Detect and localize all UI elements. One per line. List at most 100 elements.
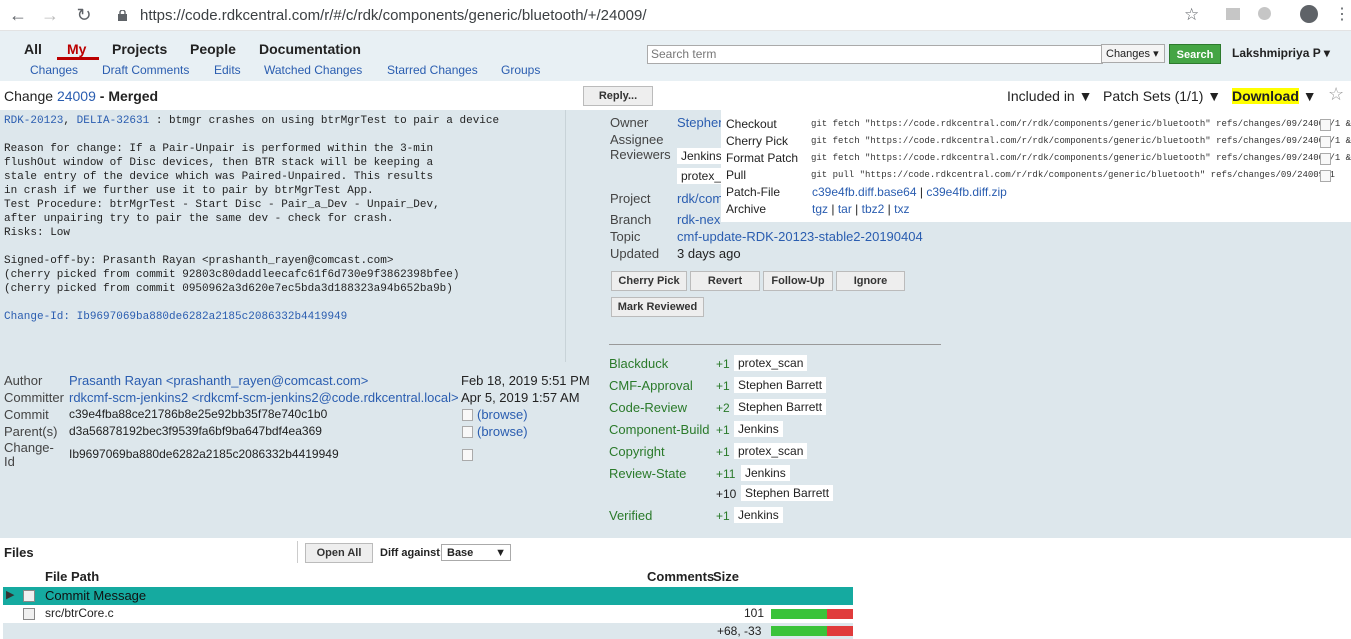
ignore-button[interactable]: Ignore	[836, 271, 905, 291]
voter-chip[interactable]: protex_scan	[734, 443, 808, 459]
archive-tar-link[interactable]: tar	[838, 202, 852, 216]
commit-subject: : btmgr crashes on using btrMgrTest to p…	[149, 115, 500, 127]
reload-icon[interactable]: ↻	[74, 5, 94, 25]
user-name: Lakshmipriya P	[1232, 46, 1321, 60]
copy-commit-icon[interactable]	[462, 409, 473, 421]
patch-sets-dropdown[interactable]: Patch Sets (1/1) ▼	[1103, 88, 1221, 104]
subnav-watched-changes[interactable]: Watched Changes	[264, 63, 362, 77]
forward-icon[interactable]: →	[40, 5, 60, 25]
included-in-dropdown[interactable]: Included in ▼	[1007, 88, 1092, 104]
change-number-link[interactable]: 24009	[57, 88, 96, 104]
download-checkout-cmd[interactable]: git fetch "https://code.rdkcentral.com/r…	[811, 119, 1351, 129]
jira-link-rdk[interactable]: RDK-20123	[4, 115, 63, 127]
parent-sha: d3a56878192bec3f9539fa6bf9ba647bdf4ea369	[69, 424, 322, 438]
changeid-value: Ib9697069ba880de6282a2185c2086332b441994…	[69, 447, 339, 461]
reply-button[interactable]: Reply...	[583, 86, 653, 106]
total-delta: +68, -33	[717, 624, 762, 638]
voter-chip[interactable]: Stephen Barrett	[734, 399, 827, 415]
nav-all[interactable]: All	[24, 41, 42, 57]
branch-link[interactable]: rdk-nex	[677, 212, 720, 227]
copy-formatpatch-icon[interactable]	[1320, 153, 1331, 165]
search-button[interactable]: Search	[1169, 44, 1221, 64]
copy-cherrypick-icon[interactable]	[1320, 136, 1331, 148]
reviewed-checkbox[interactable]	[23, 608, 35, 620]
committer-link[interactable]: rdkcmf-scm-jenkins2 <rdkcmf-scm-jenkins2…	[69, 390, 459, 405]
subnav-groups[interactable]: Groups	[501, 63, 540, 77]
copy-parent-icon[interactable]	[462, 426, 473, 438]
address-bar[interactable]: https://code.rdkcentral.com/r/#/c/rdk/co…	[140, 7, 647, 24]
assignee-label: Assignee	[610, 132, 664, 147]
diff-against-select[interactable]: Base ▼	[441, 544, 511, 561]
voter-chip[interactable]: Jenkins	[741, 465, 790, 481]
revert-button[interactable]: Revert	[690, 271, 760, 291]
star-change-icon[interactable]: ☆	[1328, 84, 1344, 105]
copy-pull-icon[interactable]	[1320, 170, 1331, 182]
voter-chip[interactable]: protex_scan	[734, 355, 808, 371]
bookmark-star-icon[interactable]: ☆	[1184, 5, 1199, 25]
subnav-changes[interactable]: Changes	[30, 63, 78, 77]
labels-divider	[609, 344, 941, 345]
voter-chip[interactable]: Stephen Barrett	[741, 485, 834, 501]
extension2-icon[interactable]	[1258, 7, 1271, 20]
user-menu[interactable]: Lakshmipriya P ▾	[1232, 46, 1330, 60]
voter-chip[interactable]: Jenkins	[734, 421, 783, 437]
row-pointer-icon: ▶	[6, 589, 15, 601]
commit-body: Reason for change: If a Pair-Unpair is p…	[4, 143, 460, 295]
topic-link[interactable]: cmf-update-RDK-20123-stable2-20190404	[677, 229, 923, 244]
table-row-selected[interactable]: ▶ Commit Message	[3, 587, 853, 605]
nav-documentation[interactable]: Documentation	[259, 41, 361, 57]
patch-file-base64-link[interactable]: c39e4fb.diff.base64	[812, 185, 917, 199]
archive-tgz-link[interactable]: tgz	[812, 202, 828, 216]
project-link[interactable]: rdk/com	[677, 191, 723, 206]
file-table-header: File Path Comments Size	[3, 567, 853, 586]
file-size: 101	[744, 606, 765, 620]
download-cherrypick-cmd[interactable]: git fetch "https://code.rdkcentral.com/r…	[811, 136, 1351, 146]
download-dropdown[interactable]: Download ▼	[1232, 88, 1317, 104]
file-path[interactable]: src/btrCore.c	[45, 606, 114, 620]
reviewed-checkbox[interactable]	[23, 590, 35, 602]
subnav-draft-comments[interactable]: Draft Comments	[102, 63, 189, 77]
download-pull-cmd[interactable]: git pull "https://code.rdkcentral.com/r/…	[811, 170, 1335, 180]
profile-avatar-icon[interactable]	[1300, 5, 1318, 23]
nav-projects[interactable]: Projects	[112, 41, 167, 57]
voter-chip[interactable]: Stephen Barrett	[734, 377, 827, 393]
mark-reviewed-button[interactable]: Mark Reviewed	[611, 297, 704, 317]
cherry-pick-button[interactable]: Cherry Pick	[611, 271, 687, 291]
copy-checkout-icon[interactable]	[1320, 119, 1331, 131]
author-link[interactable]: Prasanth Rayan <prashanth_rayen@comcast.…	[69, 373, 368, 388]
reviewer-chip[interactable]: protex_	[677, 168, 726, 184]
table-row[interactable]: src/btrCore.c 101	[3, 605, 853, 623]
menu-kebab-icon[interactable]: ⋮	[1334, 4, 1350, 24]
open-all-button[interactable]: Open All	[305, 543, 373, 563]
jira-link-delia[interactable]: DELIA-32631	[77, 115, 150, 127]
archive-tbz2-link[interactable]: tbz2	[862, 202, 885, 216]
extension-icon[interactable]	[1226, 8, 1240, 20]
copy-changeid-icon[interactable]	[462, 449, 473, 461]
download-formatpatch-cmd[interactable]: git fetch "https://code.rdkcentral.com/r…	[811, 153, 1351, 163]
nav-people[interactable]: People	[190, 41, 236, 57]
nav-my[interactable]: My	[67, 41, 86, 57]
follow-up-button[interactable]: Follow-Up	[763, 271, 833, 291]
vote-score: +11	[716, 467, 736, 481]
vote-score: +1	[716, 445, 730, 459]
col-comments: Comments	[647, 569, 715, 584]
label-component-build: Component-Build	[609, 422, 710, 437]
file-path[interactable]: Commit Message	[45, 588, 146, 603]
owner-label: Owner	[610, 115, 649, 130]
reviewer-chip[interactable]: Jenkins	[677, 148, 726, 164]
voter-chip[interactable]: Jenkins	[734, 507, 783, 523]
total-bar-added	[771, 626, 827, 636]
change-id-link[interactable]: Change-Id: Ib9697069ba880de6282a2185c208…	[4, 311, 347, 323]
browse-parent-link[interactable]: (browse)	[477, 424, 528, 439]
owner-link[interactable]: Stephen	[677, 115, 725, 130]
subnav-edits[interactable]: Edits	[214, 63, 241, 77]
back-icon[interactable]: ←	[8, 5, 28, 25]
lock-icon	[118, 9, 127, 21]
patch-file-zip-link[interactable]: c39e4fb.diff.zip	[926, 185, 1007, 199]
archive-txz-link[interactable]: txz	[894, 202, 909, 216]
search-type-select[interactable]: Changes ▾	[1101, 44, 1165, 63]
browse-commit-link[interactable]: (browse)	[477, 407, 528, 422]
search-input[interactable]: Search term	[647, 45, 1103, 64]
commit-label: Commit	[4, 407, 49, 422]
subnav-starred-changes[interactable]: Starred Changes	[387, 63, 478, 77]
